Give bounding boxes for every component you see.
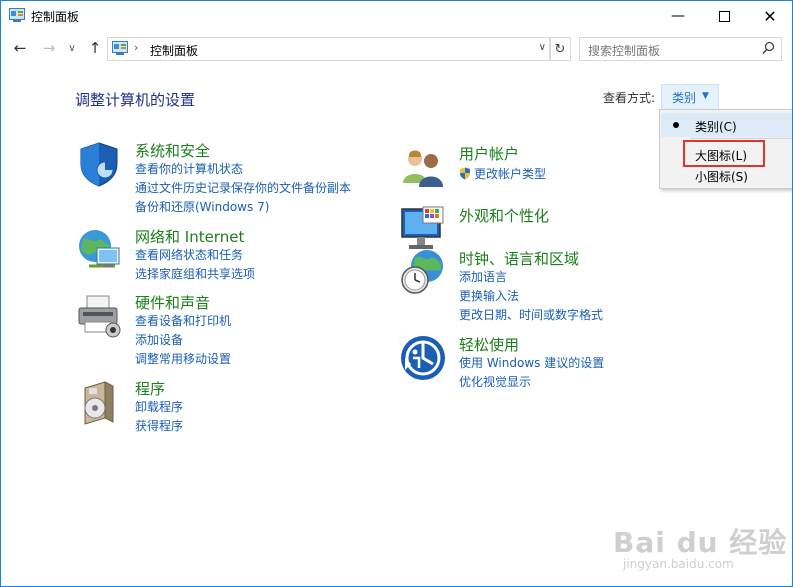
control-panel-icon xyxy=(9,8,25,22)
refresh-button[interactable]: ↻ xyxy=(549,37,571,61)
chevron-right-icon[interactable]: › xyxy=(134,41,138,54)
category-title[interactable]: 轻松使用 xyxy=(459,334,519,355)
link-view-computer-status[interactable]: 查看你的计算机状态 xyxy=(135,160,243,177)
programs-icon[interactable] xyxy=(75,378,123,426)
category-title[interactable]: 网络和 Internet xyxy=(135,226,244,247)
clock-globe-icon[interactable] xyxy=(399,248,447,296)
menu-item-label: 小图标(S) xyxy=(695,170,748,184)
menu-item-category[interactable]: 类别(C) xyxy=(661,113,792,137)
category-title[interactable]: 硬件和声音 xyxy=(135,292,210,313)
title-bar[interactable]: 控制面板 — ✕ xyxy=(1,1,792,31)
link-change-input-method[interactable]: 更换输入法 xyxy=(459,287,519,304)
baidu-watermark: Bai du 经验 jingyan.baidu.com xyxy=(613,521,788,571)
category-title[interactable]: 程序 xyxy=(135,378,165,399)
address-field[interactable]: › 控制面板 ∨ xyxy=(107,37,551,61)
view-by-label: 查看方式: xyxy=(603,91,656,105)
link-add-language[interactable]: 添加语言 xyxy=(459,268,507,285)
link-change-account-type[interactable]: 更改帐户类型 xyxy=(459,165,546,182)
shield-icon[interactable] xyxy=(75,140,123,188)
link-windows-recommended-settings[interactable]: 使用 Windows 建议的设置 xyxy=(459,354,604,371)
page-title: 调整计算机的设置 xyxy=(75,91,196,109)
minimize-icon: — xyxy=(671,8,685,24)
link-homegroup-sharing[interactable]: 选择家庭组和共享选项 xyxy=(135,265,255,282)
search-input[interactable]: 搜索控制面板 xyxy=(579,37,782,61)
menu-separator xyxy=(690,138,792,139)
search-placeholder: 搜索控制面板 xyxy=(588,44,661,58)
selected-bullet-icon xyxy=(673,122,679,128)
recent-dropdown[interactable]: ∨ xyxy=(62,39,82,57)
minimize-button[interactable]: — xyxy=(655,1,701,31)
monitor-palette-icon[interactable] xyxy=(399,205,447,253)
address-bar: ← → ∨ ↑ › 控制面板 ∨ ↻ 搜索控制面板 xyxy=(1,33,792,63)
link-file-history[interactable]: 通过文件历史记录保存你的文件备份副本 xyxy=(135,179,351,196)
control-panel-window: 控制面板 — ✕ ← → ∨ ↑ › 控制面板 ∨ ↻ 搜索控制面板 调整计算机… xyxy=(0,0,793,587)
link-network-status[interactable]: 查看网络状态和任务 xyxy=(135,246,243,263)
arrow-up-icon: ↑ xyxy=(88,39,102,57)
up-button[interactable]: ↑ xyxy=(85,39,105,57)
refresh-icon: ↻ xyxy=(554,41,566,57)
caret-down-icon: ▼ xyxy=(702,91,709,101)
category-title[interactable]: 时钟、语言和区域 xyxy=(459,248,579,269)
view-by-dropdown[interactable]: 类别 ▼ xyxy=(661,84,719,110)
link-backup-restore[interactable]: 备份和还原(Windows 7) xyxy=(135,198,269,215)
maximize-icon xyxy=(718,10,730,22)
link-add-device[interactable]: 添加设备 xyxy=(135,331,183,348)
network-globe-icon[interactable] xyxy=(75,226,123,274)
link-devices-printers[interactable]: 查看设备和打印机 xyxy=(135,312,231,329)
address-path[interactable]: 控制面板 xyxy=(150,42,198,59)
link-uninstall-program[interactable]: 卸载程序 xyxy=(135,398,183,415)
window-title: 控制面板 xyxy=(31,10,80,24)
view-by-selected: 类别 xyxy=(672,91,697,105)
category-title[interactable]: 外观和个性化 xyxy=(459,205,549,226)
arrow-left-icon: ← xyxy=(13,39,27,57)
category-title[interactable]: 系统和安全 xyxy=(135,140,210,161)
control-panel-icon xyxy=(112,41,128,55)
search-icon[interactable] xyxy=(762,41,775,55)
printer-icon[interactable] xyxy=(75,292,123,340)
uac-shield-icon xyxy=(460,167,470,180)
link-change-date-time-format[interactable]: 更改日期、时间或数字格式 xyxy=(459,306,603,323)
link-optimize-visual-display[interactable]: 优化视觉显示 xyxy=(459,373,531,390)
link-mobility-settings[interactable]: 调整常用移动设置 xyxy=(135,350,231,367)
link-get-programs[interactable]: 获得程序 xyxy=(135,417,183,434)
arrow-right-icon: → xyxy=(42,39,56,57)
watermark-main-text: Bai du 经验 xyxy=(613,526,788,559)
users-icon[interactable] xyxy=(399,143,447,191)
menu-item-label: 类别(C) xyxy=(695,120,737,134)
forward-button[interactable]: → xyxy=(39,39,59,57)
close-button[interactable]: ✕ xyxy=(747,1,792,31)
back-button[interactable]: ← xyxy=(10,39,30,57)
link-change-account-type-label[interactable]: 更改帐户类型 xyxy=(474,167,546,181)
ease-of-access-icon[interactable] xyxy=(399,334,447,382)
maximize-button[interactable] xyxy=(701,1,747,31)
watermark-sub-text: jingyan.baidu.com xyxy=(623,557,734,571)
chevron-down-icon: ∨ xyxy=(68,42,76,54)
close-icon: ✕ xyxy=(763,6,777,26)
chevron-down-icon[interactable]: ∨ xyxy=(539,42,546,53)
category-title[interactable]: 用户帐户 xyxy=(459,143,519,164)
annotation-highlight-box xyxy=(683,140,765,167)
